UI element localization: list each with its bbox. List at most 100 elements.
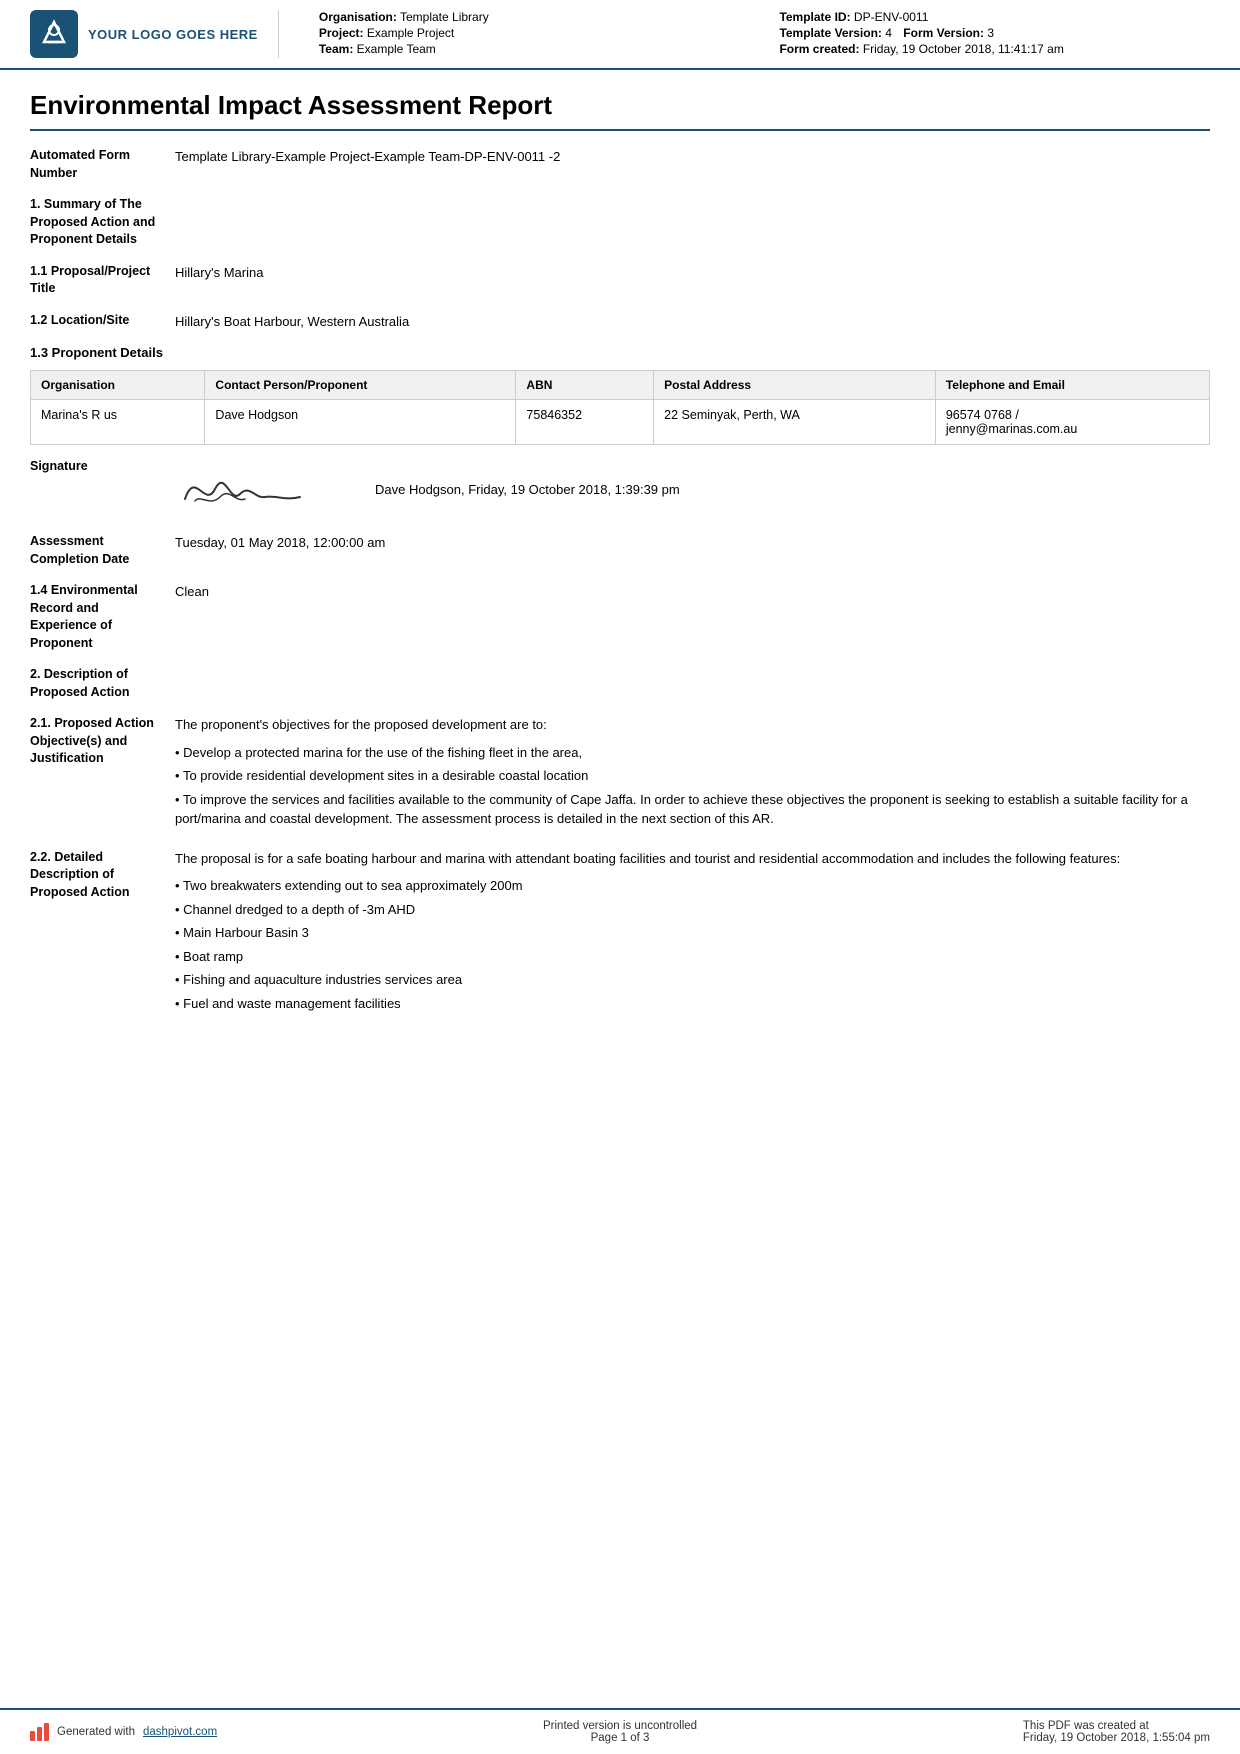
main-content: Environmental Impact Assessment Report A… <box>0 70 1240 1708</box>
cell-organisation: Marina's R us <box>31 400 205 445</box>
footer: Generated with dashpivot.com Printed ver… <box>0 1708 1240 1754</box>
section2-row: 2. Description of Proposed Action <box>30 666 1210 701</box>
assessment-date-row: Assessment Completion Date Tuesday, 01 M… <box>30 533 1210 568</box>
section1-2-row: 1.2 Location/Site Hillary's Boat Harbour… <box>30 312 1210 332</box>
org-value: Template Library <box>400 10 489 24</box>
cell-contact: Dave Hodgson <box>205 400 516 445</box>
project-line: Project: Example Project <box>319 26 750 40</box>
footer-right-date: Friday, 19 October 2018, 1:55:04 pm <box>1023 1732 1210 1744</box>
section2-1-label: 2.1. Proposed Action Objective(s) and Ju… <box>30 715 175 768</box>
template-version-label: Template Version: <box>779 26 881 40</box>
section1-2-label: 1.2 Location/Site <box>30 312 175 330</box>
signature-label: Signature <box>30 459 175 473</box>
footer-link[interactable]: dashpivot.com <box>143 1726 217 1738</box>
report-title: Environmental Impact Assessment Report <box>30 90 1210 131</box>
automated-form-value: Template Library-Example Project-Example… <box>175 147 1210 167</box>
generated-text: Generated with <box>57 1726 135 1738</box>
proponent-table: Organisation Contact Person/Proponent AB… <box>30 370 1210 445</box>
bullet-item: To provide residential development sites… <box>175 764 1210 788</box>
signature-details: Dave Hodgson, Friday, 19 October 2018, 1… <box>375 482 680 497</box>
section1-row: 1. Summary of The Proposed Action and Pr… <box>30 196 1210 249</box>
col-telephone: Telephone and Email <box>935 371 1209 400</box>
header: YOUR LOGO GOES HERE Organisation: Templa… <box>0 0 1240 70</box>
project-label: Project: <box>319 26 364 40</box>
header-meta-right: Template ID: DP-ENV-0011 Template Versio… <box>779 10 1210 58</box>
bullet-item: Two breakwaters extending out to sea app… <box>175 874 1210 898</box>
form-version-label: Form Version: <box>903 26 984 40</box>
bullet-item: Fuel and waste management facilities <box>175 992 1210 1016</box>
section2-1-row: 2.1. Proposed Action Objective(s) and Ju… <box>30 715 1210 835</box>
team-label: Team: <box>319 42 353 56</box>
col-postal: Postal Address <box>654 371 936 400</box>
section2-2-bullets: Two breakwaters extending out to sea app… <box>175 874 1210 1015</box>
signature-row: Signature Dave Hodgson, Friday, 19 Octob… <box>30 459 1210 519</box>
template-version-line: Template Version: 4 Form Version: 3 <box>779 26 1210 40</box>
footer-center-text: Printed version is uncontrolled <box>543 1720 697 1732</box>
section1-4-label: 1.4 Environmental Record and Experience … <box>30 582 175 652</box>
col-abn: ABN <box>516 371 654 400</box>
bullet-item: To improve the services and facilities a… <box>175 788 1210 831</box>
footer-right: This PDF was created at Friday, 19 Octob… <box>1023 1720 1210 1744</box>
section1-label: 1. Summary of The Proposed Action and Pr… <box>30 196 175 249</box>
section2-2-label: 2.2. Detailed Description of Proposed Ac… <box>30 849 175 902</box>
automated-form-row: Automated Form Number Template Library-E… <box>30 147 1210 182</box>
footer-center: Printed version is uncontrolled Page 1 o… <box>543 1720 697 1744</box>
bullet-item: Develop a protected marina for the use o… <box>175 741 1210 765</box>
template-id-line: Template ID: DP-ENV-0011 <box>779 10 1210 24</box>
section2-2-intro: The proposal is for a safe boating harbo… <box>175 849 1210 869</box>
footer-left: Generated with dashpivot.com <box>30 1723 217 1741</box>
cell-postal: 22 Seminyak, Perth, WA <box>654 400 936 445</box>
footer-right-text: This PDF was created at <box>1023 1720 1210 1732</box>
template-id-label: Template ID: <box>779 10 850 24</box>
section2-1-content: The proponent's objectives for the propo… <box>175 715 1210 835</box>
section1-3-heading: 1.3 Proponent Details <box>30 345 1210 360</box>
org-label: Organisation: <box>319 10 397 24</box>
bar3 <box>44 1723 49 1741</box>
assessment-date-label: Assessment Completion Date <box>30 533 175 568</box>
project-value: Example Project <box>367 26 454 40</box>
section1-1-label: 1.1 Proposal/Project Title <box>30 263 175 298</box>
footer-page: Page 1 of 3 <box>543 1732 697 1744</box>
team-value: Example Team <box>357 42 436 56</box>
section1-1-value: Hillary's Marina <box>175 263 1210 283</box>
form-created-label: Form created: <box>779 42 859 56</box>
section2-label: 2. Description of Proposed Action <box>30 666 175 701</box>
section1-4-value: Clean <box>175 582 1210 602</box>
signature-image <box>175 459 335 519</box>
header-meta-center: Organisation: Template Library Project: … <box>319 10 750 58</box>
bar2 <box>37 1727 42 1741</box>
bullet-item: Main Harbour Basin 3 <box>175 921 1210 945</box>
cell-telephone: 96574 0768 /jenny@marinas.com.au <box>935 400 1209 445</box>
table-header-row: Organisation Contact Person/Proponent AB… <box>31 371 1210 400</box>
col-contact: Contact Person/Proponent <box>205 371 516 400</box>
section2-1-bullets: Develop a protected marina for the use o… <box>175 741 1210 831</box>
col-organisation: Organisation <box>31 371 205 400</box>
header-logo: YOUR LOGO GOES HERE <box>30 10 279 58</box>
section2-1-intro: The proponent's objectives for the propo… <box>175 715 1210 735</box>
template-version-value: 4 <box>885 26 892 40</box>
bullet-item: Boat ramp <box>175 945 1210 969</box>
bullet-item: Fishing and aquaculture industries servi… <box>175 968 1210 992</box>
section1-2-value: Hillary's Boat Harbour, Western Australi… <box>175 312 1210 332</box>
section2-2-content: The proposal is for a safe boating harbo… <box>175 849 1210 1020</box>
bullet-item: Channel dredged to a depth of -3m AHD <box>175 898 1210 922</box>
form-version-value: 3 <box>987 26 994 40</box>
header-meta: Organisation: Template Library Project: … <box>299 10 1210 58</box>
logo-icon <box>30 10 78 58</box>
form-created-value: Friday, 19 October 2018, 11:41:17 am <box>863 42 1064 56</box>
logo-text: YOUR LOGO GOES HERE <box>88 27 258 42</box>
signature-content: Dave Hodgson, Friday, 19 October 2018, 1… <box>175 459 680 519</box>
org-line: Organisation: Template Library <box>319 10 750 24</box>
footer-logo-bars <box>30 1723 49 1741</box>
section1-1-row: 1.1 Proposal/Project Title Hillary's Mar… <box>30 263 1210 298</box>
page: YOUR LOGO GOES HERE Organisation: Templa… <box>0 0 1240 1754</box>
assessment-date-value: Tuesday, 01 May 2018, 12:00:00 am <box>175 533 1210 553</box>
form-created-line: Form created: Friday, 19 October 2018, 1… <box>779 42 1210 56</box>
team-line: Team: Example Team <box>319 42 750 56</box>
section1-4-row: 1.4 Environmental Record and Experience … <box>30 582 1210 652</box>
template-id-value: DP-ENV-0011 <box>854 10 928 24</box>
automated-form-label: Automated Form Number <box>30 147 175 182</box>
cell-abn: 75846352 <box>516 400 654 445</box>
section2-2-row: 2.2. Detailed Description of Proposed Ac… <box>30 849 1210 1020</box>
bar1 <box>30 1731 35 1741</box>
